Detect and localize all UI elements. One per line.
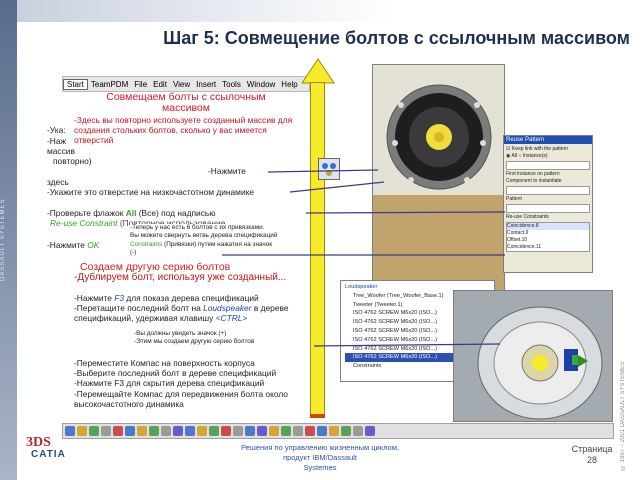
toolbar-views-icon[interactable] — [257, 426, 267, 436]
page-indicator: Страница 28 — [562, 444, 622, 466]
connector-lines — [222, 169, 506, 347]
connector-line — [305, 211, 506, 214]
toolbar-analysis-icon[interactable] — [365, 426, 375, 436]
page-number: 28 — [586, 455, 597, 465]
toolbar-paste-icon[interactable] — [137, 426, 147, 436]
toolbar-new-icon[interactable] — [65, 426, 75, 436]
footer-line-1: Решения по управлению жизненным циклом, … — [241, 443, 399, 462]
toolbar-render-icon[interactable] — [269, 426, 279, 436]
toolbar-constraint-icon[interactable] — [329, 426, 339, 436]
toolbar-undo-icon[interactable] — [149, 426, 159, 436]
footer-text: Решения по управлению жизненным циклом, … — [240, 443, 400, 473]
catia-logo: CATIA — [31, 449, 66, 460]
toolbar-compass-icon[interactable] — [317, 426, 327, 436]
toolbar-cut-icon[interactable] — [113, 426, 123, 436]
connector-line — [267, 169, 379, 173]
toolbar-redo-icon[interactable] — [161, 426, 171, 436]
page-label: Страница — [571, 444, 613, 454]
toolbar-swap-icon[interactable] — [293, 426, 303, 436]
toolbar-save-icon[interactable] — [89, 426, 99, 436]
toolbar-zoom-in-icon[interactable] — [221, 426, 231, 436]
connector-line — [313, 343, 501, 347]
toolbar-normal-view-icon[interactable] — [245, 426, 255, 436]
catia-bottom-toolbar — [62, 423, 614, 439]
toolbar-copy-icon[interactable] — [125, 426, 135, 436]
connector-line — [289, 181, 385, 193]
footer-line-2: Systemes — [303, 463, 337, 472]
toolbar-fit-icon[interactable] — [185, 426, 195, 436]
copyright-note: © 1997 – 2001 DASSAULT SYSTEMES — [620, 361, 626, 470]
toolbar-print-icon[interactable] — [101, 426, 111, 436]
toolbar-open-icon[interactable] — [77, 426, 87, 436]
toolbar-rotate-icon[interactable] — [209, 426, 219, 436]
toolbar-hide-show-icon[interactable] — [281, 426, 291, 436]
toolbar-catalog-icon[interactable] — [353, 426, 363, 436]
toolbar-measure-icon[interactable] — [305, 426, 315, 436]
toolbar-zoom-out-icon[interactable] — [233, 426, 243, 436]
toolbar-update-icon[interactable] — [341, 426, 351, 436]
toolbar-pan-icon[interactable] — [197, 426, 207, 436]
toolbar-select-icon[interactable] — [173, 426, 183, 436]
